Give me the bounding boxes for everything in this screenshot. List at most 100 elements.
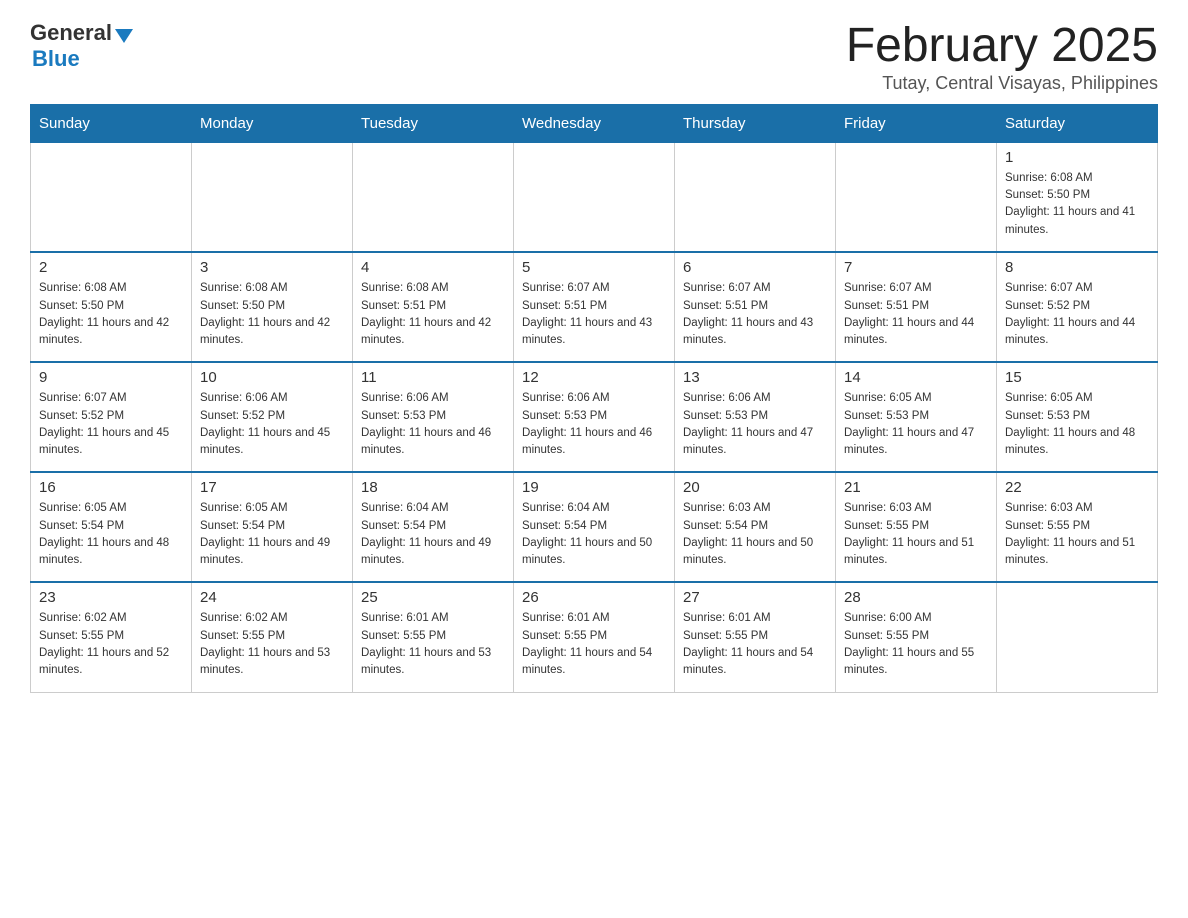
- day-info: Sunrise: 6:03 AMSunset: 5:54 PMDaylight:…: [683, 500, 827, 569]
- calendar-cell: 1 Sunrise: 6:08 AMSunset: 5:50 PMDaylight…: [997, 142, 1158, 252]
- calendar-cell: 19 Sunrise: 6:04 AMSunset: 5:54 PMDayligh…: [514, 472, 675, 582]
- page-header: General Blue February 2025 Tutay, Centra…: [30, 20, 1158, 94]
- calendar-cell: 14 Sunrise: 6:05 AMSunset: 5:53 PMDayligh…: [836, 362, 997, 472]
- day-number: 28: [844, 589, 988, 606]
- day-info: Sunrise: 6:08 AMSunset: 5:50 PMDaylight:…: [1005, 170, 1149, 239]
- calendar-cell: 6 Sunrise: 6:07 AMSunset: 5:51 PMDaylight…: [675, 252, 836, 362]
- calendar-cell: 9 Sunrise: 6:07 AMSunset: 5:52 PMDaylight…: [31, 362, 192, 472]
- calendar-cell: [836, 142, 997, 252]
- day-number: 17: [200, 479, 344, 496]
- day-info: Sunrise: 6:05 AMSunset: 5:53 PMDaylight:…: [1005, 390, 1149, 459]
- day-number: 10: [200, 369, 344, 386]
- calendar-cell: 18 Sunrise: 6:04 AMSunset: 5:54 PMDayligh…: [353, 472, 514, 582]
- day-info: Sunrise: 6:07 AMSunset: 5:51 PMDaylight:…: [683, 280, 827, 349]
- day-info: Sunrise: 6:07 AMSunset: 5:51 PMDaylight:…: [522, 280, 666, 349]
- calendar-cell: 8Sunrise: 6:07 AMSunset: 5:52 PMDaylight…: [997, 252, 1158, 362]
- calendar-cell: 17 Sunrise: 6:05 AMSunset: 5:54 PMDayligh…: [192, 472, 353, 582]
- calendar-cell: [31, 142, 192, 252]
- day-number: 22: [1005, 479, 1149, 496]
- calendar-cell: 28Sunrise: 6:00 AMSunset: 5:55 PMDayligh…: [836, 582, 997, 692]
- calendar-table: SundayMondayTuesdayWednesdayThursdayFrid…: [30, 104, 1158, 693]
- day-info: Sunrise: 6:06 AMSunset: 5:53 PMDaylight:…: [683, 390, 827, 459]
- day-number: 11: [361, 369, 505, 386]
- calendar-week-row: 2 Sunrise: 6:08 AMSunset: 5:50 PMDaylight…: [31, 252, 1158, 362]
- column-header-thursday: Thursday: [675, 104, 836, 142]
- day-info: Sunrise: 6:08 AMSunset: 5:51 PMDaylight:…: [361, 280, 505, 349]
- day-info: Sunrise: 6:01 AMSunset: 5:55 PMDaylight:…: [683, 610, 827, 679]
- day-info: Sunrise: 6:03 AMSunset: 5:55 PMDaylight:…: [1005, 500, 1149, 569]
- day-info: Sunrise: 6:03 AMSunset: 5:55 PMDaylight:…: [844, 500, 988, 569]
- calendar-cell: 16 Sunrise: 6:05 AMSunset: 5:54 PMDayligh…: [31, 472, 192, 582]
- calendar-cell: 26 Sunrise: 6:01 AMSunset: 5:55 PMDayligh…: [514, 582, 675, 692]
- day-number: 1: [1005, 149, 1149, 166]
- logo: General Blue: [30, 20, 133, 72]
- location-title: Tutay, Central Visayas, Philippines: [846, 73, 1158, 94]
- title-section: February 2025 Tutay, Central Visayas, Ph…: [846, 20, 1158, 94]
- calendar-week-row: 9 Sunrise: 6:07 AMSunset: 5:52 PMDaylight…: [31, 362, 1158, 472]
- calendar-cell: 7Sunrise: 6:07 AMSunset: 5:51 PMDaylight…: [836, 252, 997, 362]
- calendar-cell: 23 Sunrise: 6:02 AMSunset: 5:55 PMDayligh…: [31, 582, 192, 692]
- day-number: 2: [39, 259, 183, 276]
- calendar-cell: 21 Sunrise: 6:03 AMSunset: 5:55 PMDayligh…: [836, 472, 997, 582]
- day-info: Sunrise: 6:06 AMSunset: 5:53 PMDaylight:…: [522, 390, 666, 459]
- day-info: Sunrise: 6:01 AMSunset: 5:55 PMDaylight:…: [522, 610, 666, 679]
- day-number: 24: [200, 589, 344, 606]
- day-number: 12: [522, 369, 666, 386]
- day-number: 21: [844, 479, 988, 496]
- calendar-cell: 22 Sunrise: 6:03 AMSunset: 5:55 PMDayligh…: [997, 472, 1158, 582]
- month-title: February 2025: [846, 20, 1158, 73]
- day-number: 26: [522, 589, 666, 606]
- day-number: 23: [39, 589, 183, 606]
- day-info: Sunrise: 6:02 AMSunset: 5:55 PMDaylight:…: [39, 610, 183, 679]
- column-header-tuesday: Tuesday: [353, 104, 514, 142]
- calendar-cell: 3 Sunrise: 6:08 AMSunset: 5:50 PMDaylight…: [192, 252, 353, 362]
- logo-general-text: General: [30, 20, 112, 46]
- day-info: Sunrise: 6:07 AMSunset: 5:52 PMDaylight:…: [39, 390, 183, 459]
- calendar-cell: 20Sunrise: 6:03 AMSunset: 5:54 PMDayligh…: [675, 472, 836, 582]
- calendar-cell: 12 Sunrise: 6:06 AMSunset: 5:53 PMDayligh…: [514, 362, 675, 472]
- day-number: 5: [522, 259, 666, 276]
- day-number: 14: [844, 369, 988, 386]
- column-header-saturday: Saturday: [997, 104, 1158, 142]
- day-number: 4: [361, 259, 505, 276]
- column-header-sunday: Sunday: [31, 104, 192, 142]
- column-header-friday: Friday: [836, 104, 997, 142]
- day-info: Sunrise: 6:05 AMSunset: 5:54 PMDaylight:…: [39, 500, 183, 569]
- calendar-cell: [192, 142, 353, 252]
- day-info: Sunrise: 6:04 AMSunset: 5:54 PMDaylight:…: [522, 500, 666, 569]
- logo-triangle-icon: [115, 29, 133, 43]
- calendar-cell: 4 Sunrise: 6:08 AMSunset: 5:51 PMDaylight…: [353, 252, 514, 362]
- calendar-week-row: 1 Sunrise: 6:08 AMSunset: 5:50 PMDaylight…: [31, 142, 1158, 252]
- day-info: Sunrise: 6:04 AMSunset: 5:54 PMDaylight:…: [361, 500, 505, 569]
- calendar-cell: [514, 142, 675, 252]
- logo-blue-text: Blue: [30, 46, 133, 72]
- calendar-cell: 27Sunrise: 6:01 AMSunset: 5:55 PMDayligh…: [675, 582, 836, 692]
- day-number: 25: [361, 589, 505, 606]
- calendar-cell: 24Sunrise: 6:02 AMSunset: 5:55 PMDayligh…: [192, 582, 353, 692]
- day-number: 6: [683, 259, 827, 276]
- calendar-cell: 11Sunrise: 6:06 AMSunset: 5:53 PMDayligh…: [353, 362, 514, 472]
- day-number: 7: [844, 259, 988, 276]
- day-info: Sunrise: 6:05 AMSunset: 5:53 PMDaylight:…: [844, 390, 988, 459]
- calendar-cell: [997, 582, 1158, 692]
- day-number: 13: [683, 369, 827, 386]
- day-number: 16: [39, 479, 183, 496]
- calendar-cell: [353, 142, 514, 252]
- day-info: Sunrise: 6:05 AMSunset: 5:54 PMDaylight:…: [200, 500, 344, 569]
- day-info: Sunrise: 6:08 AMSunset: 5:50 PMDaylight:…: [39, 280, 183, 349]
- calendar-week-row: 23 Sunrise: 6:02 AMSunset: 5:55 PMDayligh…: [31, 582, 1158, 692]
- calendar-cell: 13 Sunrise: 6:06 AMSunset: 5:53 PMDayligh…: [675, 362, 836, 472]
- day-number: 3: [200, 259, 344, 276]
- day-number: 19: [522, 479, 666, 496]
- calendar-week-row: 16 Sunrise: 6:05 AMSunset: 5:54 PMDayligh…: [31, 472, 1158, 582]
- column-header-wednesday: Wednesday: [514, 104, 675, 142]
- calendar-cell: 2 Sunrise: 6:08 AMSunset: 5:50 PMDaylight…: [31, 252, 192, 362]
- day-info: Sunrise: 6:08 AMSunset: 5:50 PMDaylight:…: [200, 280, 344, 349]
- calendar-cell: 5 Sunrise: 6:07 AMSunset: 5:51 PMDaylight…: [514, 252, 675, 362]
- day-number: 8: [1005, 259, 1149, 276]
- calendar-cell: 15Sunrise: 6:05 AMSunset: 5:53 PMDayligh…: [997, 362, 1158, 472]
- day-number: 18: [361, 479, 505, 496]
- day-number: 9: [39, 369, 183, 386]
- calendar-header-row: SundayMondayTuesdayWednesdayThursdayFrid…: [31, 104, 1158, 142]
- calendar-cell: [675, 142, 836, 252]
